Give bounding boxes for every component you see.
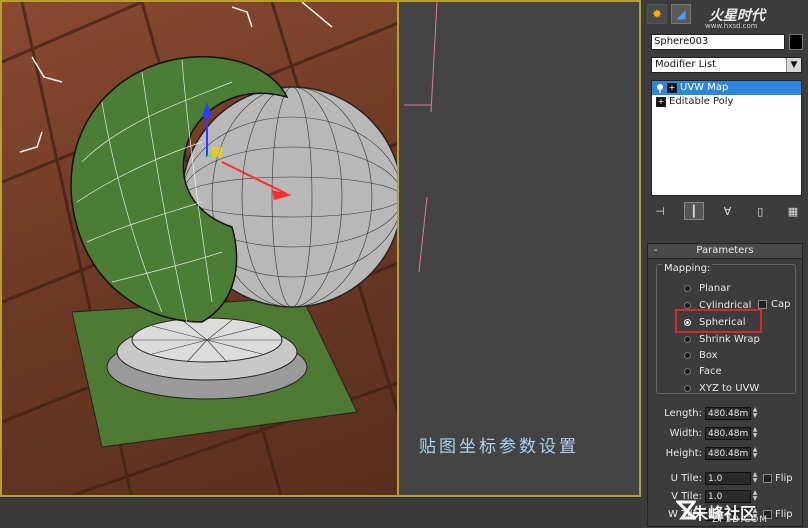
utile-field[interactable]: 1.0 bbox=[705, 471, 751, 485]
radio-button[interactable] bbox=[684, 335, 691, 343]
utile-row: U Tile: 1.0 ▲ ▼ Flip bbox=[662, 471, 793, 485]
length-row: Length: 480.48m ▲ ▼ bbox=[662, 406, 759, 420]
logo-url: www.hxsd.com bbox=[705, 22, 758, 30]
utile-label: U Tile: bbox=[670, 472, 702, 484]
spinner-icon[interactable]: ▲ ▼ bbox=[751, 446, 759, 460]
scene-render bbox=[2, 2, 397, 495]
spinner-icon[interactable]: ▲ ▼ bbox=[751, 406, 759, 420]
radio-label: Face bbox=[699, 365, 722, 377]
radio-label: Shrink Wrap bbox=[699, 333, 760, 345]
radio-button[interactable] bbox=[684, 284, 691, 292]
cap-checkbox-row[interactable]: Cap bbox=[758, 299, 790, 310]
modifier-list-dropdown[interactable]: Modifier List ▼ bbox=[651, 57, 802, 73]
mapping-label: Mapping: bbox=[662, 263, 713, 274]
height-row: Height: 480.48m ▲ ▼ bbox=[662, 446, 759, 460]
radio-button[interactable] bbox=[684, 351, 691, 359]
height-label: Height: bbox=[665, 447, 702, 459]
lightbulb-icon[interactable] bbox=[656, 83, 664, 93]
stack-item-label: UVW Map bbox=[680, 82, 729, 93]
radio-button[interactable] bbox=[684, 367, 691, 375]
rollout-title: Parameters bbox=[696, 245, 754, 256]
stack-item-uvw-map[interactable]: + UVW Map bbox=[652, 81, 801, 95]
modifier-list-label: Modifier List bbox=[655, 59, 717, 70]
cap-label: Cap bbox=[771, 299, 791, 310]
rollout-header[interactable]: - Parameters bbox=[648, 244, 802, 259]
modifier-stack[interactable]: + UVW Map + Editable Poly bbox=[651, 80, 802, 196]
modify-tab-icon[interactable]: ◢ bbox=[671, 4, 691, 24]
command-panel: ✸ ◢ 火星时代 www.hxsd.com Sphere003 Modifier… bbox=[641, 0, 808, 527]
spinner-icon[interactable]: ▲ ▼ bbox=[751, 426, 759, 440]
show-end-result-icon[interactable]: ┃ bbox=[683, 202, 704, 220]
bottom-strip bbox=[0, 497, 641, 528]
radio-face[interactable]: Face bbox=[684, 364, 722, 378]
radio-box[interactable]: Box bbox=[684, 348, 718, 362]
expand-icon[interactable]: + bbox=[667, 83, 677, 93]
pin-stack-icon[interactable]: ⊣ bbox=[651, 203, 669, 219]
make-unique-icon[interactable]: ∀ bbox=[719, 203, 737, 219]
radio-label: Box bbox=[699, 349, 718, 361]
viewport-guides bbox=[404, 1, 438, 273]
parameters-rollout: - Parameters Mapping: Planar Cylindrical… bbox=[647, 243, 803, 527]
spinner-icon[interactable]: ▲ ▼ bbox=[751, 471, 759, 485]
viewport-caption: 贴图坐标参数设置 bbox=[419, 437, 579, 457]
create-tab-icon[interactable]: ✸ bbox=[647, 4, 667, 24]
stack-toolbar: ⊣ ┃ ∀ ▯ ▦ bbox=[651, 202, 802, 220]
width-label: Width: bbox=[669, 427, 702, 439]
radio-shrink-wrap[interactable]: Shrink Wrap bbox=[684, 332, 760, 346]
width-field[interactable]: 480.48m bbox=[705, 426, 751, 440]
right-viewport[interactable] bbox=[399, 0, 641, 497]
radio-label: Planar bbox=[699, 282, 731, 294]
stack-item-editable-poly[interactable]: + Editable Poly bbox=[652, 95, 801, 109]
stack-item-label: Editable Poly bbox=[669, 96, 734, 107]
radio-button[interactable] bbox=[684, 301, 691, 309]
perspective-viewport[interactable] bbox=[0, 0, 399, 497]
radio-button[interactable] bbox=[684, 384, 691, 392]
length-label: Length: bbox=[664, 407, 702, 419]
radio-planar[interactable]: Planar bbox=[684, 281, 731, 295]
spherical-highlight-box bbox=[675, 309, 762, 333]
height-field[interactable]: 480.48m bbox=[705, 446, 751, 460]
remove-modifier-icon[interactable]: ▯ bbox=[751, 203, 769, 219]
panel-tabs: ✸ ◢ bbox=[647, 4, 691, 24]
u-flip-checkbox[interactable] bbox=[763, 473, 772, 483]
length-field[interactable]: 480.48m bbox=[705, 406, 751, 420]
collapse-icon[interactable]: - bbox=[654, 244, 658, 258]
cap-checkbox[interactable] bbox=[758, 300, 767, 309]
object-color-swatch[interactable] bbox=[789, 34, 803, 50]
width-row: Width: 480.48m ▲ ▼ bbox=[662, 426, 759, 440]
radio-xyz-to-uvw[interactable]: XYZ to UVW bbox=[684, 381, 759, 395]
configure-sets-icon[interactable]: ▦ bbox=[784, 203, 802, 219]
chevron-down-icon[interactable]: ▼ bbox=[786, 58, 801, 72]
watermark-url: ZF3D.COM bbox=[712, 515, 768, 525]
w-flip-label: Flip bbox=[775, 508, 793, 520]
radio-label: XYZ to UVW bbox=[699, 382, 760, 394]
u-flip-label: Flip bbox=[775, 472, 793, 484]
expand-icon[interactable]: + bbox=[656, 97, 666, 107]
object-name-field[interactable]: Sphere003 bbox=[651, 34, 785, 50]
